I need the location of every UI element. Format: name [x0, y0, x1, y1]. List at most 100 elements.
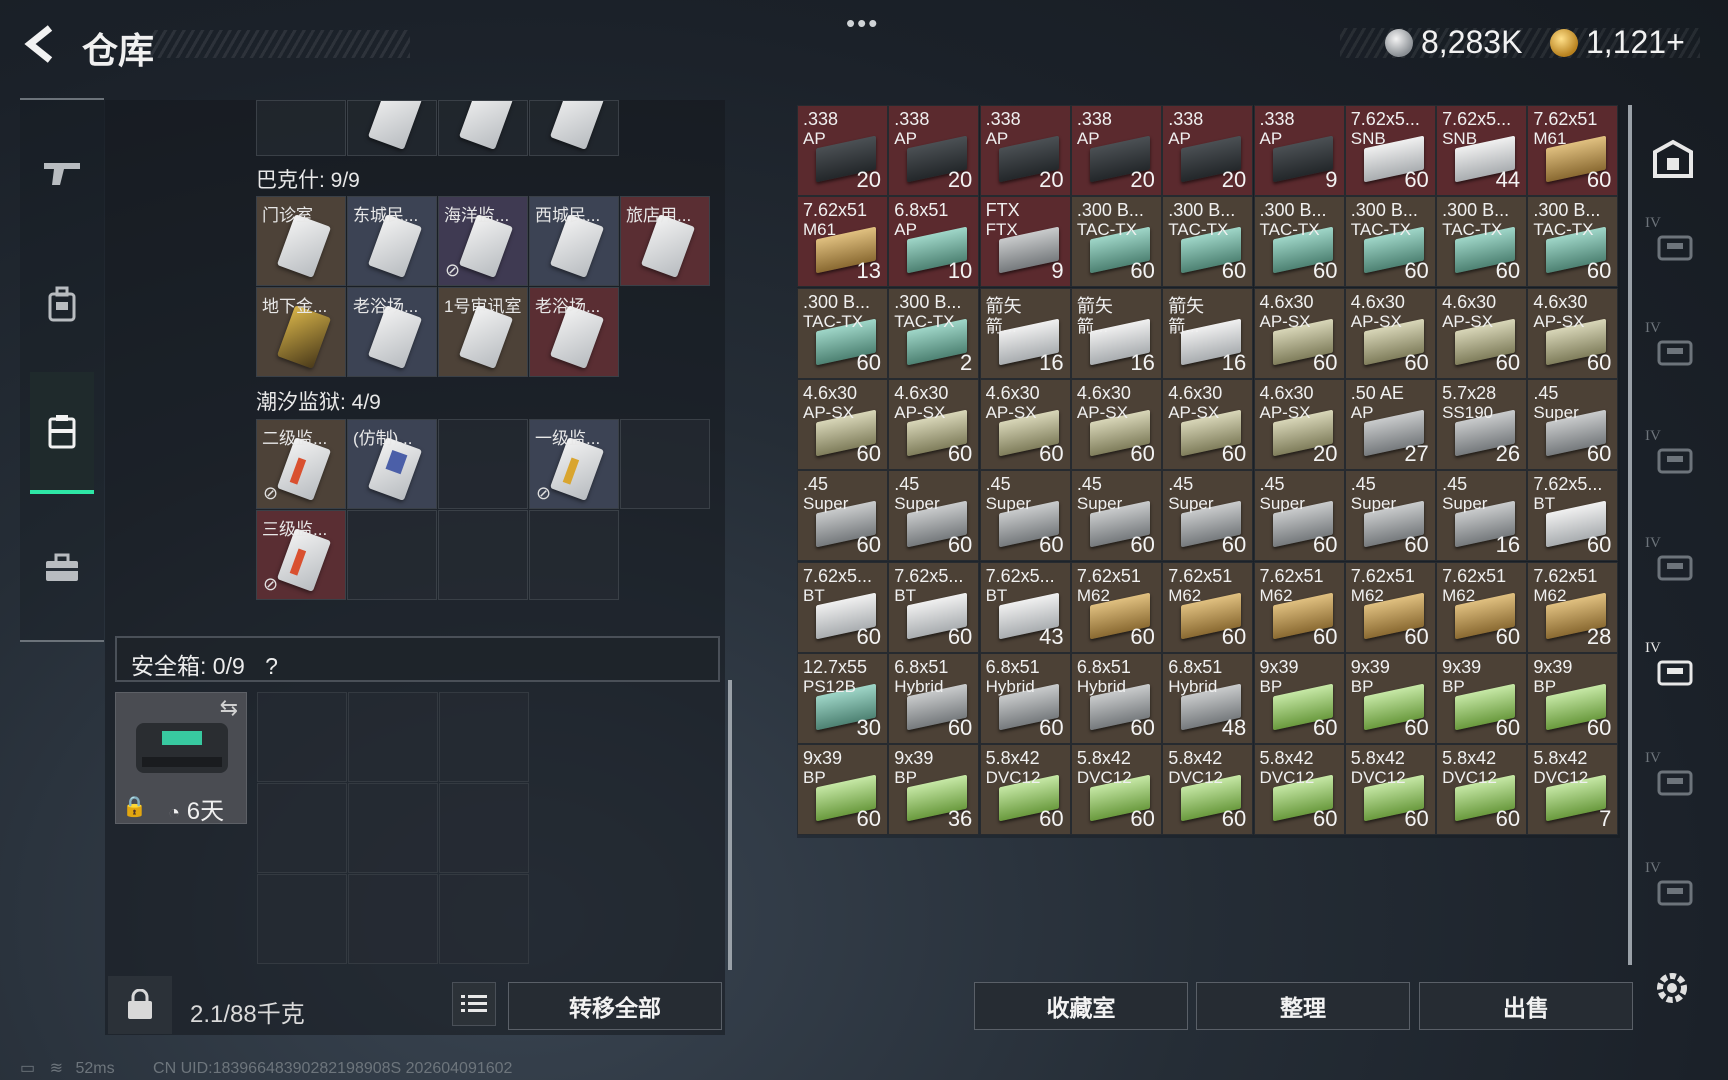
ammo-slot[interactable]: .338 AP 20 — [979, 105, 1071, 196]
ammo-slot[interactable]: 6.8x51 Hybrid 48 — [1162, 652, 1254, 744]
ammo-slot[interactable]: 6.8x51 Hybrid 60 — [888, 652, 980, 744]
ammo-slot[interactable]: .338 AP 20 — [797, 105, 888, 196]
ammo-slot[interactable]: 4.6x30 AP-SX 60 — [797, 378, 888, 470]
help-icon[interactable]: ? — [265, 653, 278, 679]
ammo-slot[interactable]: .45 Super 60 — [1344, 470, 1436, 562]
weight-lock-button[interactable] — [108, 976, 172, 1034]
ammo-slot[interactable]: 4.6x30 AP-SX 60 — [1070, 378, 1162, 470]
ammo-slot[interactable]: 7.62x5... BT 60 — [797, 561, 888, 653]
key-slot[interactable]: 旅店用... — [620, 196, 710, 286]
ammo-slot[interactable]: 4.6x30 AP-SX 60 — [1527, 287, 1619, 379]
ammo-slot[interactable]: 7.62x51 M61 13 — [797, 196, 888, 288]
organize-button[interactable]: 整理 — [1196, 982, 1410, 1030]
nav-backpack[interactable] — [30, 274, 94, 334]
ammo-slot[interactable]: 7.62x51 M62 60 — [1344, 561, 1436, 653]
key-slot[interactable]: 二级监... ⊘ — [256, 419, 346, 509]
ammo-slot[interactable]: .300 B... TAC-TX 60 — [797, 287, 888, 379]
gun-case-icon[interactable]: IV — [1645, 535, 1701, 591]
ammo-slot[interactable]: 9x39 BP 60 — [797, 744, 888, 836]
ammo-slot[interactable]: 7.62x51 M62 60 — [1070, 561, 1162, 653]
key-slot[interactable]: 西城民... — [529, 196, 619, 286]
ammo-slot[interactable]: 12.7x55 PS12B 30 — [797, 652, 888, 744]
key-slot[interactable]: 三级监... ⊘ — [256, 510, 346, 600]
ammo-slot[interactable]: .50 AE AP 27 — [1344, 378, 1436, 470]
gold-currency[interactable]: 1,121+ — [1550, 24, 1685, 61]
ammo-slot[interactable]: 7.62x5... SNB 60 — [1344, 105, 1436, 196]
ammo-slot[interactable]: 5.8x42 DVC12 60 — [1162, 744, 1254, 836]
nav-storage[interactable] — [30, 372, 94, 494]
ammo-slot[interactable]: .45 Super 60 — [1070, 470, 1162, 562]
ammo-slot[interactable]: .300 B... TAC-TX 60 — [1344, 196, 1436, 288]
ammo-slot[interactable]: 4.6x30 AP-SX 60 — [1253, 287, 1345, 379]
ammo-slot[interactable]: 6.8x51 Hybrid 60 — [1070, 652, 1162, 744]
ammo-slot[interactable]: 5.8x42 DVC12 60 — [1070, 744, 1162, 836]
ammo-slot[interactable]: .300 B... TAC-TX 2 — [888, 287, 980, 379]
ammo-slot[interactable]: 5.8x42 DVC12 60 — [1436, 744, 1528, 836]
safe-slot[interactable] — [439, 692, 529, 782]
swap-icon[interactable]: ⇆ — [220, 695, 238, 721]
ammo-slot[interactable]: .300 B... TAC-TX 60 — [1527, 196, 1619, 288]
key-slot[interactable]: 老浴场... — [529, 287, 619, 377]
ammo-slot[interactable]: 9x39 BP 60 — [1253, 652, 1345, 744]
safe-box-item[interactable]: ⇆ 🔒 ◔ 6天 — [115, 692, 247, 825]
ammo-slot[interactable]: 4.6x30 AP-SX 60 — [888, 378, 980, 470]
key-slot-partial[interactable] — [438, 100, 528, 156]
ammo-slot[interactable]: 4.6x30 AP-SX 60 — [1436, 287, 1528, 379]
gun-case-icon[interactable]: IV — [1645, 428, 1701, 484]
ammo-slot[interactable]: .300 B... TAC-TX 60 — [1253, 196, 1345, 288]
ammo-slot[interactable]: .45 Super 60 — [797, 470, 888, 562]
key-slot[interactable]: 一级监... ⊘ — [529, 419, 619, 509]
weapon-case-icon[interactable]: IV — [1645, 215, 1701, 271]
ammo-slot[interactable]: 7.62x51 M62 60 — [1436, 561, 1528, 653]
settings-gear-icon[interactable] — [1650, 966, 1694, 1010]
ammo-slot[interactable]: .300 B... TAC-TX 60 — [1436, 196, 1528, 288]
ammo-slot[interactable]: .338 AP 9 — [1253, 105, 1345, 196]
safe-slot[interactable] — [257, 783, 347, 873]
alert-case-icon[interactable]: IV — [1645, 860, 1701, 916]
ammo-slot[interactable]: 9x39 BP 60 — [1436, 652, 1528, 744]
ammo-slot[interactable]: 5.8x42 DVC12 60 — [979, 744, 1071, 836]
safe-slot[interactable] — [439, 783, 529, 873]
sell-button[interactable]: 出售 — [1419, 982, 1633, 1030]
ammo-slot[interactable]: 4.6x30 AP-SX 60 — [979, 378, 1071, 470]
nav-weapon[interactable] — [30, 142, 94, 202]
ammo-slot[interactable]: .300 B... TAC-TX 60 — [1070, 196, 1162, 288]
safe-slot[interactable] — [348, 783, 438, 873]
key-slot[interactable]: 老浴场... — [347, 287, 437, 377]
key-slot[interactable]: 1号审讯室 — [438, 287, 528, 377]
key-slot[interactable]: (仿制)... — [347, 419, 437, 509]
ammo-slot[interactable]: 7.62x51 M62 28 — [1527, 561, 1619, 653]
ammo-slot[interactable]: 6.8x51 Hybrid 60 — [979, 652, 1071, 744]
ammo-slot[interactable]: 4.6x30 AP-SX 60 — [1344, 287, 1436, 379]
safe-slot[interactable] — [439, 874, 529, 964]
key-slot[interactable]: 东城民... — [347, 196, 437, 286]
ammo-slot[interactable]: .45 Super 16 — [1436, 470, 1528, 562]
nav-toolbox[interactable] — [30, 538, 94, 598]
key-slot[interactable]: 门诊室 — [256, 196, 346, 286]
safe-slot[interactable] — [348, 692, 438, 782]
ammo-slot[interactable]: 9x39 BP 60 — [1344, 652, 1436, 744]
key-slot-partial[interactable] — [529, 100, 619, 156]
ammo-slot[interactable]: .45 Super 60 — [979, 470, 1071, 562]
safe-slot[interactable] — [257, 692, 347, 782]
key-slot-partial[interactable] — [347, 100, 437, 156]
list-view-button[interactable] — [452, 982, 496, 1026]
ammo-slot[interactable]: 9x39 BP 60 — [1527, 652, 1619, 744]
ammo-slot[interactable]: 7.62x51 M61 60 — [1527, 105, 1619, 196]
ammo-slot[interactable]: .45 Super 60 — [1162, 470, 1254, 562]
ammo-slot[interactable]: .45 Super 60 — [888, 470, 980, 562]
camera-case-icon[interactable]: IV — [1645, 320, 1701, 376]
ammo-slot[interactable]: 6.8x51 AP 10 — [888, 196, 980, 288]
ammo-slot[interactable]: 7.62x5... BT 60 — [1527, 470, 1619, 562]
ammo-slot[interactable]: .45 Super 60 — [1527, 378, 1619, 470]
ammo-slot[interactable]: 4.6x30 AP-SX 20 — [1253, 378, 1345, 470]
safe-house-icon[interactable] — [1645, 130, 1701, 186]
ammo-slot[interactable]: 箭矢 箭... 16 — [1162, 287, 1254, 379]
safe-slot[interactable] — [257, 874, 347, 964]
ammo-slot[interactable]: 7.62x51 M62 60 — [1253, 561, 1345, 653]
ammo-slot[interactable]: 7.62x51 M62 60 — [1162, 561, 1254, 653]
ammo-slot[interactable]: 5.8x42 DVC12 60 — [1344, 744, 1436, 836]
ammo-slot[interactable]: FTX FTX 9 — [979, 196, 1071, 288]
ammo-slot[interactable]: 5.8x42 DVC12 7 — [1527, 744, 1619, 836]
ammo-slot[interactable]: .338 AP 20 — [888, 105, 980, 196]
